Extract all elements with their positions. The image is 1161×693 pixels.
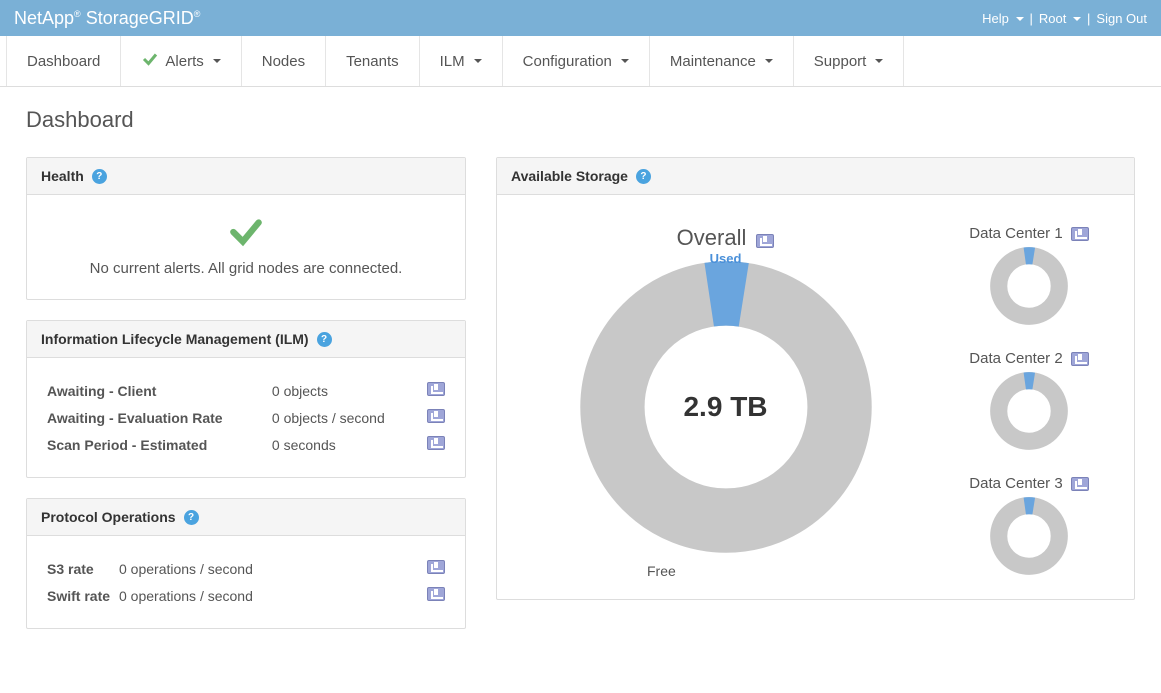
protocol-label: S3 rate bbox=[45, 556, 115, 581]
datacenter-name: Data Center 2 bbox=[969, 350, 1062, 367]
help-icon[interactable]: ? bbox=[317, 332, 332, 347]
health-heading: Health ? bbox=[27, 158, 465, 195]
protocol-heading: Protocol Operations ? bbox=[27, 499, 465, 536]
used-label: Used bbox=[710, 251, 742, 266]
tab-maintenance[interactable]: Maintenance bbox=[650, 36, 794, 86]
nav-tabs: Dashboard Alerts Nodes Tenants ILM Confi… bbox=[0, 36, 1161, 87]
ilm-label: Awaiting - Evaluation Rate bbox=[45, 405, 268, 430]
user-label: Root bbox=[1039, 11, 1066, 26]
tab-maintenance-label: Maintenance bbox=[670, 53, 756, 70]
overall-donut-chart: Used 2.9 TB bbox=[576, 257, 876, 557]
protocol-value: 0 operations / second bbox=[117, 583, 415, 608]
ilm-value: 0 objects bbox=[270, 378, 415, 403]
tab-configuration-label: Configuration bbox=[523, 53, 612, 70]
page-title: Dashboard bbox=[26, 107, 1135, 133]
tab-nodes[interactable]: Nodes bbox=[242, 36, 326, 86]
ilm-heading: Information Lifecycle Management (ILM) ? bbox=[27, 321, 465, 358]
chart-icon[interactable] bbox=[427, 560, 445, 574]
user-menu[interactable]: Root bbox=[1039, 11, 1081, 26]
overall-label: Overall bbox=[677, 225, 747, 251]
chart-icon[interactable] bbox=[427, 382, 445, 396]
protocol-panel: Protocol Operations ? S3 rate 0 operatio… bbox=[26, 498, 466, 629]
tab-support[interactable]: Support bbox=[794, 36, 905, 86]
table-row: Scan Period - Estimated 0 seconds bbox=[45, 432, 447, 457]
tab-alerts[interactable]: Alerts bbox=[121, 36, 241, 86]
help-label: Help bbox=[982, 11, 1009, 26]
ilm-value: 0 objects / second bbox=[270, 405, 415, 430]
help-icon[interactable]: ? bbox=[636, 169, 651, 184]
check-icon bbox=[141, 50, 159, 72]
datacenter-item: Data Center 2 bbox=[944, 350, 1114, 451]
ilm-title: Information Lifecycle Management (ILM) bbox=[41, 331, 309, 347]
table-row: S3 rate 0 operations / second bbox=[45, 556, 447, 581]
health-message: No current alerts. All grid nodes are co… bbox=[37, 260, 455, 277]
datacenter-item: Data Center 1 bbox=[944, 225, 1114, 326]
protocol-value: 0 operations / second bbox=[117, 556, 415, 581]
storage-panel: Available Storage ? Overall Used bbox=[496, 157, 1135, 600]
help-icon[interactable]: ? bbox=[184, 510, 199, 525]
help-link[interactable]: Help bbox=[982, 11, 1023, 26]
brand-company: NetApp bbox=[14, 8, 74, 28]
ilm-label: Scan Period - Estimated bbox=[45, 432, 268, 457]
brand: NetApp® StorageGRID® bbox=[14, 8, 200, 29]
help-icon[interactable]: ? bbox=[92, 169, 107, 184]
datacenter-item: Data Center 3 bbox=[944, 475, 1114, 576]
tab-ilm[interactable]: ILM bbox=[420, 36, 503, 86]
signout-link[interactable]: Sign Out bbox=[1096, 11, 1147, 26]
chart-icon[interactable] bbox=[427, 436, 445, 450]
ilm-panel: Information Lifecycle Management (ILM) ?… bbox=[26, 320, 466, 478]
ilm-label: Awaiting - Client bbox=[45, 378, 268, 403]
tab-support-label: Support bbox=[814, 53, 867, 70]
protocol-label: Swift rate bbox=[45, 583, 115, 608]
free-label: Free bbox=[517, 563, 934, 579]
datacenter-donut-chart bbox=[989, 371, 1069, 451]
chart-icon[interactable] bbox=[1071, 477, 1089, 491]
table-row: Awaiting - Evaluation Rate 0 objects / s… bbox=[45, 405, 447, 430]
protocol-table: S3 rate 0 operations / second Swift rate… bbox=[43, 554, 449, 610]
tab-alerts-label: Alerts bbox=[165, 53, 203, 70]
health-title: Health bbox=[41, 168, 84, 184]
chart-icon[interactable] bbox=[1071, 352, 1089, 366]
ilm-table: Awaiting - Client 0 objects Awaiting - E… bbox=[43, 376, 449, 459]
table-row: Swift rate 0 operations / second bbox=[45, 583, 447, 608]
brand-product: StorageGRID bbox=[86, 8, 194, 28]
ilm-value: 0 seconds bbox=[270, 432, 415, 457]
storage-title: Available Storage bbox=[511, 168, 628, 184]
datacenter-name: Data Center 3 bbox=[969, 475, 1062, 492]
check-icon bbox=[37, 213, 455, 254]
protocol-title: Protocol Operations bbox=[41, 509, 176, 525]
chart-icon[interactable] bbox=[427, 409, 445, 423]
tab-dashboard[interactable]: Dashboard bbox=[6, 36, 121, 86]
storage-center-value: 2.9 TB bbox=[683, 391, 767, 423]
datacenter-donut-chart bbox=[989, 246, 1069, 326]
chart-icon[interactable] bbox=[427, 587, 445, 601]
top-bar: NetApp® StorageGRID® Help | Root | Sign … bbox=[0, 0, 1161, 36]
datacenter-name: Data Center 1 bbox=[969, 225, 1062, 242]
chart-icon[interactable] bbox=[756, 234, 774, 248]
chart-icon[interactable] bbox=[1071, 227, 1089, 241]
tab-configuration[interactable]: Configuration bbox=[503, 36, 650, 86]
table-row: Awaiting - Client 0 objects bbox=[45, 378, 447, 403]
health-panel: Health ? No current alerts. All grid nod… bbox=[26, 157, 466, 300]
top-links: Help | Root | Sign Out bbox=[982, 11, 1147, 26]
storage-heading: Available Storage ? bbox=[497, 158, 1134, 195]
datacenter-donut-chart bbox=[989, 496, 1069, 576]
tab-tenants[interactable]: Tenants bbox=[326, 36, 420, 86]
tab-ilm-label: ILM bbox=[440, 53, 465, 70]
